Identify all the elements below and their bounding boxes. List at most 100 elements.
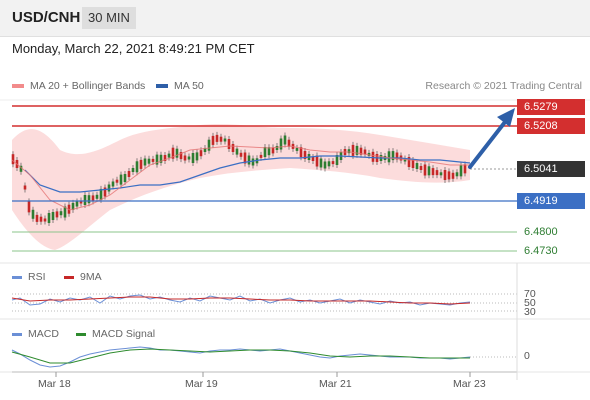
candle-body — [311, 157, 315, 161]
rsi-ma-legend-label: 9MA — [80, 271, 102, 283]
rsi-panel — [11, 293, 517, 312]
candle-body — [431, 168, 435, 176]
candle-body — [331, 161, 335, 165]
macd-legend: MACD — [12, 328, 59, 340]
candle-body — [151, 158, 155, 162]
candle-body — [223, 138, 227, 142]
candle-body — [123, 174, 127, 182]
candle-body — [199, 150, 203, 157]
support-1-price-tag: 6.4919 — [517, 193, 585, 209]
candle-body — [239, 152, 243, 157]
candle-body — [35, 214, 39, 222]
candle-body — [167, 153, 171, 158]
candle-body — [119, 174, 123, 185]
macd-panel — [11, 346, 517, 368]
candle-body — [323, 161, 327, 169]
candle-body — [455, 172, 459, 177]
candle-body — [43, 218, 47, 222]
candle-body — [23, 185, 27, 190]
candle-body — [235, 148, 239, 155]
rsi-level-30: 30 — [524, 306, 536, 318]
candle-body — [439, 172, 443, 176]
candle-body — [115, 179, 119, 183]
candle-body — [55, 211, 59, 218]
candle-body — [127, 171, 131, 177]
x-axis-label-mar21: Mar 21 — [319, 378, 352, 390]
macd-legend-label: MACD — [28, 328, 59, 340]
candle-body — [27, 201, 31, 213]
macd-swatch — [12, 332, 22, 336]
candle-body — [11, 154, 15, 165]
candle-body — [183, 155, 187, 161]
candle-body — [227, 139, 231, 149]
macd-signal-swatch — [76, 332, 86, 336]
candle-body — [39, 216, 43, 222]
bollinger-band — [12, 124, 470, 250]
rsi-legend: RSI — [12, 271, 46, 283]
candle-body — [95, 194, 99, 199]
candle-body — [459, 165, 463, 177]
candle-body — [319, 158, 323, 168]
target-1-price-label: 6.4800 — [524, 226, 558, 238]
candle-body — [187, 156, 191, 160]
resistance-1-price-tag: 6.5208 — [517, 118, 585, 134]
candle-body — [219, 136, 223, 142]
candle-body — [327, 161, 331, 167]
main-panel — [0, 99, 590, 252]
candle-body — [47, 213, 51, 223]
target-2-price-label: 6.4730 — [524, 245, 558, 257]
rsi-ma-swatch — [64, 275, 74, 279]
candle-body — [211, 135, 215, 145]
candle-body — [271, 147, 275, 154]
candle-body — [443, 170, 447, 180]
macd-signal-legend: MACD Signal — [76, 328, 155, 340]
candle-body — [207, 139, 211, 151]
candle-body — [139, 159, 143, 169]
candle-body — [147, 158, 151, 164]
candle-body — [315, 155, 319, 167]
macd-zero-label: 0 — [524, 350, 530, 362]
last-price-tag: 6.5041 — [517, 161, 585, 177]
candle-body — [51, 212, 55, 220]
forecast-arrow — [468, 108, 515, 169]
chart-canvas — [0, 99, 590, 380]
candle-body — [371, 151, 375, 162]
candle-body — [419, 166, 423, 170]
candle-body — [135, 161, 139, 173]
candle-body — [275, 146, 279, 150]
candle-body — [447, 171, 451, 180]
x-axis-label-mar23: Mar 23 — [453, 378, 486, 390]
candle-body — [279, 138, 283, 150]
macd-signal-line — [11, 348, 470, 364]
candle-body — [427, 166, 431, 176]
candle-body — [263, 147, 267, 157]
candle-body — [247, 155, 251, 165]
candle-body — [87, 195, 91, 204]
rsi-legend-label: RSI — [28, 271, 46, 283]
candle-body — [75, 201, 79, 207]
candle-body — [175, 148, 179, 158]
candle-body — [59, 211, 63, 216]
candle-body — [31, 209, 35, 219]
candle-body — [351, 144, 355, 156]
candle-body — [463, 164, 467, 174]
candle-body — [83, 195, 87, 205]
candle-body — [215, 134, 219, 142]
candle-body — [435, 170, 439, 176]
candle-body — [451, 172, 455, 179]
candle-body — [347, 149, 351, 154]
candle-body — [111, 181, 115, 187]
candle-body — [411, 160, 415, 168]
candle-body — [131, 168, 135, 172]
x-axis-label-mar18: Mar 18 — [38, 378, 71, 390]
candle-body — [231, 144, 235, 152]
candle-body — [195, 152, 199, 161]
macd-signal-legend-label: MACD Signal — [92, 328, 156, 340]
candle-body — [191, 153, 195, 163]
rsi-swatch — [12, 275, 22, 279]
candle-body — [415, 163, 419, 169]
candle-body — [283, 135, 287, 145]
x-axis-label-mar19: Mar 19 — [185, 378, 218, 390]
candle-body — [259, 154, 263, 158]
candle-body — [423, 164, 427, 176]
